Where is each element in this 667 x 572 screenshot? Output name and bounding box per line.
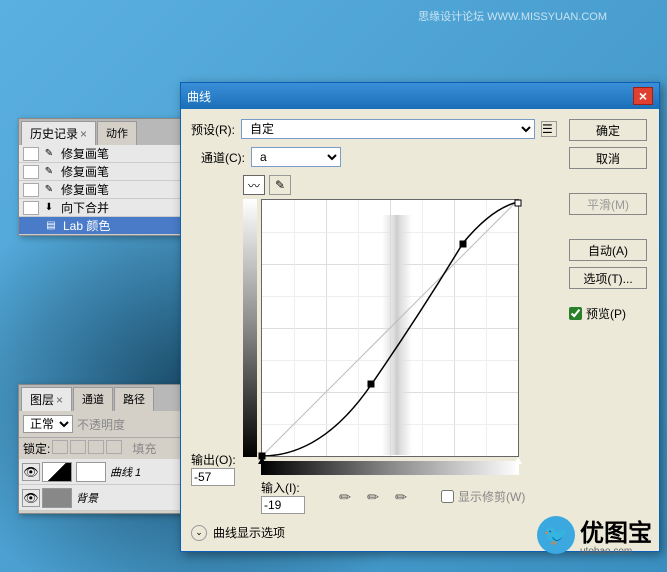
lock-position-icon[interactable] xyxy=(88,440,104,454)
play-icon: ▶ xyxy=(23,219,39,233)
logo-icon: 🐦 xyxy=(537,516,575,554)
brush-icon: ✎ xyxy=(41,147,57,161)
history-check xyxy=(23,183,39,197)
input-input[interactable] xyxy=(261,496,305,514)
watermark-top: 思缘设计论坛 WWW.MISSYUAN.COM xyxy=(418,8,607,24)
preset-row: 预设(R): 自定 ☰ xyxy=(191,119,557,139)
channel-select[interactable]: a xyxy=(251,147,341,167)
pencil-tool-icon[interactable]: ✎ xyxy=(269,175,291,195)
curves-dialog: 曲线 × 预设(R): 自定 ☰ 通道(C): a 〰 ✎ 输出(O): xyxy=(180,82,660,552)
black-marker[interactable] xyxy=(258,457,266,464)
history-list: ✎修复画笔 ✎修复画笔 ✎修复画笔 ⬇向下合并 ▶▤Lab 颜色 xyxy=(19,145,187,235)
clip-check[interactable]: 显示修剪(W) xyxy=(441,488,525,505)
tab-layers[interactable]: 图层× xyxy=(21,387,72,411)
cancel-button[interactable]: 取消 xyxy=(569,147,647,169)
dialog-titlebar[interactable]: 曲线 × xyxy=(181,83,659,109)
curve-area xyxy=(243,199,557,457)
output-gradient xyxy=(243,199,257,457)
brush-icon: ✎ xyxy=(41,165,57,179)
lock-pixels-icon[interactable] xyxy=(70,440,86,454)
history-tabs: 历史记录× 动作 xyxy=(19,119,187,145)
curve-tools: 〰 ✎ xyxy=(243,175,557,195)
history-check xyxy=(23,201,39,215)
history-item[interactable]: ✎修复画笔 xyxy=(19,181,187,199)
chevron-icon[interactable]: ⌄ xyxy=(191,525,207,541)
input-block: 输入(I): xyxy=(261,479,305,514)
options-button[interactable]: 选项(T)... xyxy=(569,267,647,289)
doc-icon: ▤ xyxy=(43,219,59,233)
curve-point[interactable] xyxy=(459,240,466,247)
preset-select[interactable]: 自定 xyxy=(241,119,535,139)
display-options[interactable]: ⌄ 曲线显示选项 xyxy=(191,524,557,541)
curve-canvas[interactable] xyxy=(261,199,519,457)
lock-all-icon[interactable] xyxy=(106,440,122,454)
layer-controls: 正常 不透明度 xyxy=(19,411,187,437)
history-check xyxy=(23,147,39,161)
dialog-body: 预设(R): 自定 ☰ 通道(C): a 〰 ✎ 输出(O): xyxy=(181,109,659,551)
input-gradient xyxy=(261,461,519,475)
black-eyedropper-icon[interactable]: ✎ xyxy=(332,483,359,510)
white-eyedropper-icon[interactable]: ✎ xyxy=(388,483,415,510)
curve-point[interactable] xyxy=(367,381,374,388)
eyedropper-group: ✎ ✎ ✎ xyxy=(335,488,411,506)
tab-paths[interactable]: 路径 xyxy=(114,387,154,411)
close-button[interactable]: × xyxy=(633,87,653,105)
history-item[interactable]: ✎修复画笔 xyxy=(19,163,187,181)
gray-eyedropper-icon[interactable]: ✎ xyxy=(360,483,387,510)
ok-button[interactable]: 确定 xyxy=(569,119,647,141)
watermark-bottom: 🐦 优图宝 utobao.com xyxy=(537,513,652,557)
preview-check[interactable]: 预览(P) xyxy=(569,305,649,322)
layer-item[interactable]: 👁 曲线 1 xyxy=(19,459,187,485)
preset-menu-icon[interactable]: ☰ xyxy=(541,121,557,137)
history-panel: 历史记录× 动作 ✎修复画笔 ✎修复画笔 ✎修复画笔 ⬇向下合并 ▶▤Lab 颜… xyxy=(18,118,188,236)
layer-item[interactable]: 👁 背景 xyxy=(19,485,187,511)
curve-main xyxy=(261,199,519,457)
curve-line xyxy=(262,200,518,456)
layers-panel: 图层× 通道 路径 正常 不透明度 锁定: 填充 👁 曲线 1 👁 背景 xyxy=(18,384,188,514)
layers-tabs: 图层× 通道 路径 xyxy=(19,385,187,411)
lock-transparency-icon[interactable] xyxy=(52,440,68,454)
visibility-icon[interactable]: 👁 xyxy=(22,463,40,481)
output-block: 输出(O): xyxy=(191,451,236,486)
brush-icon: ✎ xyxy=(41,183,57,197)
layer-list: 👁 曲线 1 👁 背景 xyxy=(19,459,187,511)
preset-label: 预设(R): xyxy=(191,121,235,138)
white-marker[interactable] xyxy=(514,457,522,464)
tab-history[interactable]: 历史记录× xyxy=(21,121,96,145)
smooth-button[interactable]: 平滑(M) xyxy=(569,193,647,215)
layer-mask-thumb xyxy=(76,462,106,482)
layer-lock-row: 锁定: 填充 xyxy=(19,437,187,459)
tab-channels[interactable]: 通道 xyxy=(73,387,113,411)
close-icon[interactable]: × xyxy=(56,393,63,407)
merge-icon: ⬇ xyxy=(41,201,57,215)
layer-thumb xyxy=(42,488,72,508)
output-input[interactable] xyxy=(191,468,235,486)
curve-point[interactable] xyxy=(515,199,522,206)
auto-button[interactable]: 自动(A) xyxy=(569,239,647,261)
dialog-left: 预设(R): 自定 ☰ 通道(C): a 〰 ✎ 输出(O): xyxy=(191,119,557,541)
channel-row: 通道(C): a xyxy=(201,147,557,167)
opacity-label: 不透明度 xyxy=(77,416,125,433)
layer-thumb xyxy=(42,462,72,482)
visibility-icon[interactable]: 👁 xyxy=(22,489,40,507)
history-item[interactable]: ⬇向下合并 xyxy=(19,199,187,217)
point-tool-icon[interactable]: 〰 xyxy=(243,175,265,195)
channel-label: 通道(C): xyxy=(201,149,245,166)
history-item[interactable]: ✎修复画笔 xyxy=(19,145,187,163)
dialog-title: 曲线 xyxy=(187,88,211,105)
blend-mode-select[interactable]: 正常 xyxy=(23,415,73,433)
history-item[interactable]: ▶▤Lab 颜色 xyxy=(19,217,187,235)
input-row: 输入(I): ✎ ✎ ✎ 显示修剪(W) xyxy=(261,479,557,514)
dialog-buttons: 确定 取消 平滑(M) 自动(A) 选项(T)... 预览(P) xyxy=(569,119,649,541)
close-icon[interactable]: × xyxy=(80,127,87,141)
history-check xyxy=(23,165,39,179)
tab-actions[interactable]: 动作 xyxy=(97,121,137,145)
